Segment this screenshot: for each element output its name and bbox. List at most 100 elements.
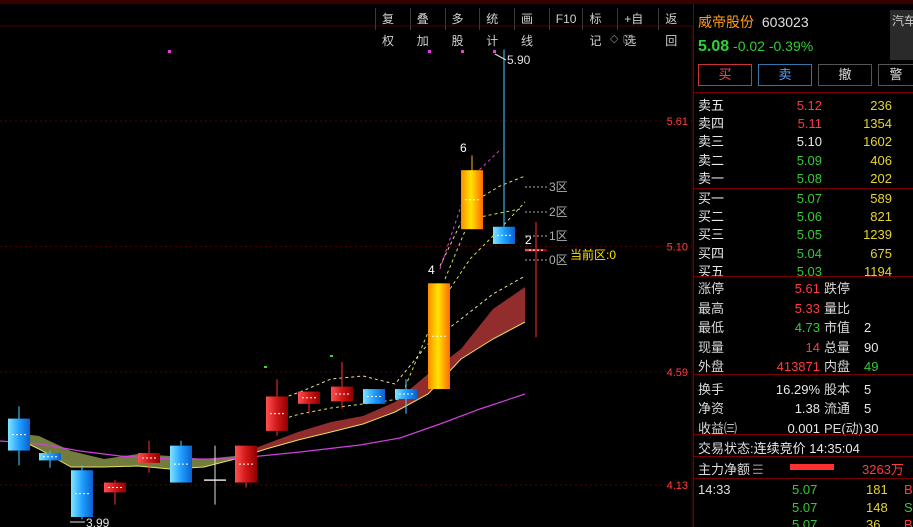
tick-price: 5.07	[792, 482, 818, 497]
trade-status-value: 连续竞价	[753, 441, 806, 456]
stat-label: 流通	[824, 401, 851, 416]
ask-row[interactable]: 卖四 5.11 1354	[698, 115, 913, 133]
toolbar-button-2[interactable]: 多股	[444, 8, 480, 48]
cancel-order-button[interactable]: 撤	[818, 64, 872, 86]
tick-time: 14:33	[698, 482, 731, 497]
alert-button[interactable]: 警	[878, 64, 913, 86]
toolbar-button-5[interactable]: F10	[548, 8, 583, 30]
stock-name: 威帝股份	[698, 14, 754, 30]
level-label: 买四	[698, 245, 725, 261]
trade-status-time: 14:35:04	[809, 441, 860, 456]
wave-label: 4	[428, 263, 435, 277]
level-price: 5.05	[796, 227, 822, 243]
level-price: 5.12	[796, 98, 822, 113]
ask-row[interactable]: 卖一 5.08 202	[698, 170, 913, 188]
stat-label: 现量	[698, 339, 725, 355]
low-price-label: 3.99	[86, 516, 110, 527]
stat-label: 净资	[698, 401, 725, 416]
divider	[694, 478, 913, 479]
level-price: 5.11	[797, 116, 822, 132]
level-volume: 821	[870, 209, 892, 225]
zone-label: 1区	[549, 229, 568, 243]
kline-chart-canvas[interactable]: 5.61 5.10 4.59 4.13 5.90 3.99 6 4 2 3区 2区 1区 0区 当前区:0	[0, 4, 693, 527]
main-flow[interactable]: 主力净额 ☰ 3263万	[698, 459, 913, 478]
kline-chart[interactable]: 5.61 5.10 4.59 4.13 5.90 3.99 6 4 2 3区 2区 1区 0区 当前区:0…	[0, 4, 693, 527]
candle-body	[493, 226, 515, 244]
toolbar-button-3[interactable]: 统计	[479, 8, 514, 48]
candle-body	[395, 389, 417, 399]
bid-row[interactable]: 买一 5.07 589	[698, 190, 913, 208]
divider	[694, 434, 913, 435]
level-label: 买一	[698, 191, 725, 206]
sector-label: 汽车	[892, 14, 913, 28]
level-price: 5.06	[796, 209, 822, 225]
main-flow-value: 3263万	[862, 462, 904, 477]
main-flow-label: 主力净额	[698, 462, 751, 477]
ask-row[interactable]: 卖二 5.09 406	[698, 152, 913, 170]
price-line: 5.08 -0.02 -0.39%	[698, 38, 813, 56]
stat-label: 总量	[824, 339, 851, 355]
sector-box[interactable]: 汽车	[890, 10, 913, 60]
stat-label: 换手	[698, 381, 725, 397]
signal-marker	[168, 50, 171, 53]
sell-button[interactable]: 卖	[758, 64, 812, 86]
stat-label: 股本	[824, 381, 851, 397]
zone-label: 0区	[549, 253, 568, 267]
toolbar-button-8[interactable]: 返回	[658, 8, 693, 48]
level-price: 5.08	[796, 170, 822, 186]
zone-label: 2区	[549, 205, 568, 219]
stat-value: 5.33	[794, 300, 820, 316]
toolbar-button-1[interactable]: 叠加	[409, 8, 445, 48]
diamond-icon[interactable]: ◇	[610, 33, 622, 45]
current-zone-label: 当前区:0	[570, 247, 616, 262]
toolbar-button-7[interactable]: +自选	[617, 8, 658, 48]
toolbar-button-6[interactable]: 标记	[582, 8, 617, 48]
buy-button[interactable]: 买	[698, 64, 752, 86]
level-label: 卖五	[698, 98, 725, 113]
bid-row[interactable]: 买四 5.04 675	[698, 245, 913, 263]
trade-status: 交易状态:连续竞价 14:35:04	[698, 438, 860, 457]
bid-row[interactable]: 买三 5.05 1239	[698, 226, 913, 244]
level-label: 卖一	[698, 170, 725, 186]
stat-value: 2	[864, 320, 872, 335]
candle-body	[104, 482, 126, 493]
tick-volume: 36	[866, 517, 881, 527]
level-volume: 1354	[863, 116, 892, 132]
bid-row[interactable]: 买二 5.06 821	[698, 208, 913, 226]
list-icon[interactable]: ☰	[752, 462, 764, 477]
level-volume: 1602	[863, 134, 892, 150]
divider	[694, 456, 913, 457]
tick-row: 5.07 148 S	[698, 499, 913, 516]
tick-row: 14:33 5.07 181 B	[698, 481, 913, 498]
signal-marker	[330, 355, 333, 357]
tick-volume: 148	[866, 499, 888, 515]
price-change-pct: -0.39%	[768, 38, 814, 54]
stock-code: 603023	[761, 14, 809, 30]
stat-value: 5.61	[794, 281, 820, 296]
stat-row: 净资 1.38 流通 5	[698, 399, 913, 418]
price-change: -0.02	[733, 38, 765, 54]
zone-label: 3区	[549, 180, 568, 194]
window-icon[interactable]: ▢	[622, 33, 636, 45]
ask-row[interactable]: 卖五 5.12 236	[698, 97, 913, 115]
level-label: 卖三	[698, 134, 725, 150]
stat-label: 涨停	[698, 281, 725, 296]
high-price-label: 5.90	[507, 53, 531, 67]
stat-label: 市值	[824, 320, 851, 335]
candle-body	[428, 283, 450, 390]
tick-price: 5.07	[792, 517, 818, 527]
level-label: 卖二	[698, 152, 725, 168]
toolbar-button-4[interactable]: 画线	[514, 8, 549, 48]
ask-row[interactable]: 卖三 5.10 1602	[698, 133, 913, 151]
candle-body	[266, 396, 288, 431]
tick-price: 5.07	[792, 499, 818, 515]
level-volume: 675	[870, 245, 892, 261]
toolbar-button-0[interactable]: 复权	[375, 8, 410, 48]
stat-value: 4.73	[794, 320, 820, 335]
wave-label: 2	[525, 233, 532, 247]
trade-status-label: 交易状态:	[698, 441, 754, 456]
tick-row: 5.07 36 B	[698, 516, 913, 527]
divider	[694, 374, 913, 375]
stat-label: 量比	[824, 300, 851, 316]
chart-icons: ◇▢	[610, 32, 637, 45]
